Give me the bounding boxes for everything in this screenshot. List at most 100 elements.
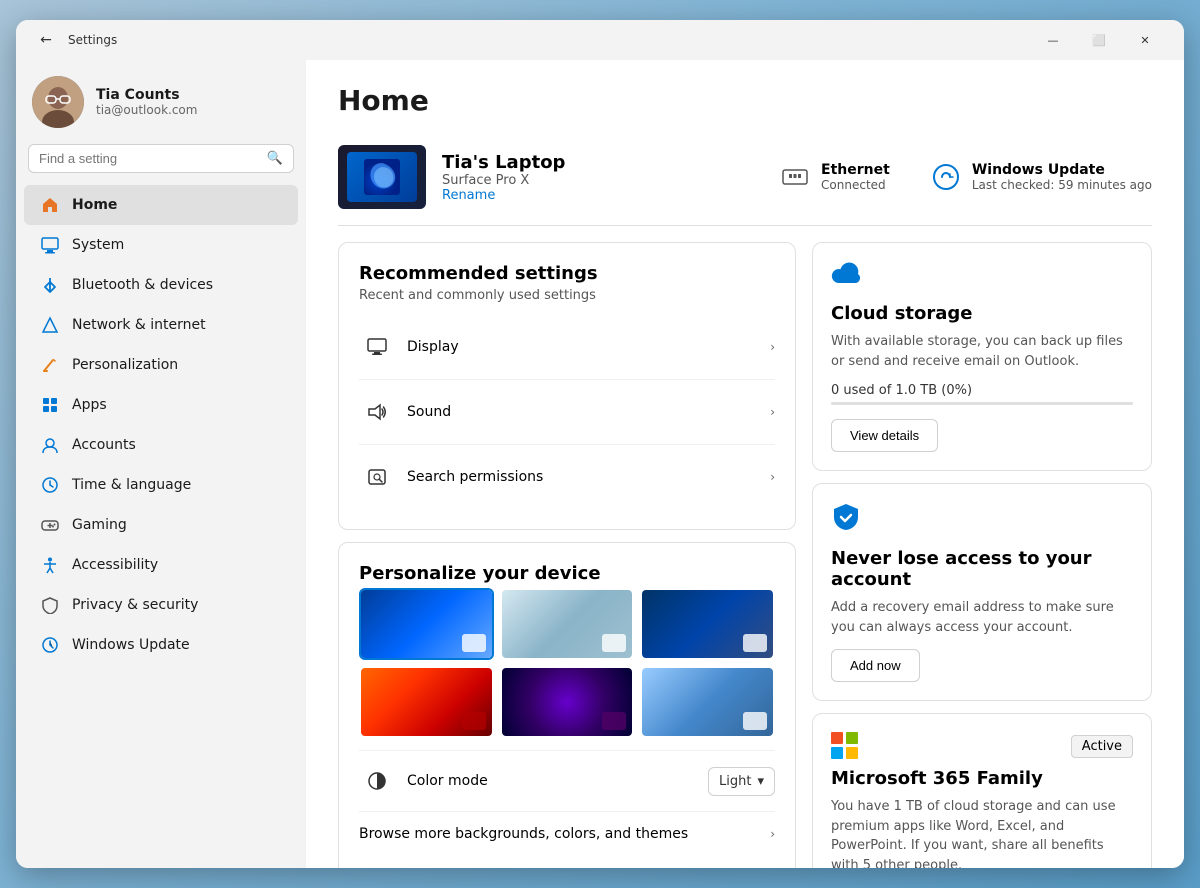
view-details-button[interactable]: View details (831, 419, 938, 452)
cloud-storage-desc: With available storage, you can back up … (831, 332, 1133, 371)
update-info: Windows Update Last checked: 59 minutes … (972, 162, 1152, 192)
recommended-title: Recommended settings (359, 263, 775, 284)
ms-logo-blue (831, 747, 843, 759)
sound-chevron: › (770, 405, 775, 419)
network-icon (40, 315, 60, 335)
user-info: Tia Counts tia@outlook.com (96, 87, 290, 117)
nav-items: Home System Bluetooth & devices (16, 185, 306, 868)
sidebar-item-gaming[interactable]: Gaming (24, 505, 298, 545)
sidebar-item-time[interactable]: Time & language (24, 465, 298, 505)
display-label: Display (407, 339, 770, 355)
user-section[interactable]: Tia Counts tia@outlook.com (16, 60, 306, 140)
account-security-desc: Add a recovery email address to make sur… (831, 598, 1133, 637)
close-button[interactable]: ✕ (1122, 24, 1168, 56)
main-columns: Recommended settings Recent and commonly… (306, 226, 1184, 868)
maximize-button[interactable]: ⬜ (1076, 24, 1122, 56)
sidebar-item-network[interactable]: Network & internet (24, 305, 298, 345)
recommended-subtitle: Recent and commonly used settings (359, 288, 775, 303)
browse-themes-row[interactable]: Browse more backgrounds, colors, and the… (359, 811, 775, 856)
account-security-title: Never lose access to your account (831, 548, 1133, 590)
search-box[interactable]: 🔍 (28, 144, 294, 173)
sidebar-item-gaming-label: Gaming (72, 517, 127, 533)
wallpaper-thumb-6[interactable] (640, 666, 775, 738)
search-permissions-label: Search permissions (407, 469, 770, 485)
sidebar-item-bluetooth[interactable]: Bluetooth & devices (24, 265, 298, 305)
search-permissions-chevron: › (770, 470, 775, 484)
user-email: tia@outlook.com (96, 103, 290, 117)
sidebar-item-apps[interactable]: Apps (24, 385, 298, 425)
ms365-header: Active (831, 732, 1133, 760)
thumb-mini-5 (602, 712, 626, 730)
page-title: Home (338, 84, 1152, 117)
wallpaper-thumb-3[interactable] (640, 588, 775, 660)
sidebar-item-accessibility[interactable]: Accessibility (24, 545, 298, 585)
ms365-desc: You have 1 TB of cloud storage and can u… (831, 797, 1133, 868)
settings-list: Display › Sound › (359, 315, 775, 509)
add-now-button[interactable]: Add now (831, 649, 920, 682)
minimize-button[interactable]: — (1030, 24, 1076, 56)
settings-item-display[interactable]: Display › (359, 315, 775, 380)
account-security-card: Never lose access to your account Add a … (812, 483, 1152, 701)
gaming-icon (40, 515, 60, 535)
wallpaper-thumb-5[interactable] (500, 666, 635, 738)
browse-themes-label: Browse more backgrounds, colors, and the… (359, 826, 770, 842)
storage-usage-label: 0 used of 1.0 TB (0%) (831, 383, 1133, 398)
ms-logo-green (846, 732, 858, 744)
sound-icon (359, 394, 395, 430)
page-header: Home (306, 60, 1184, 133)
color-mode-icon (359, 763, 395, 799)
back-button[interactable]: ← (32, 26, 60, 54)
display-icon (359, 329, 395, 365)
color-mode-select[interactable]: Light ▾ (708, 767, 775, 796)
thumb-mini-6 (743, 712, 767, 730)
thumb-mini-2 (602, 634, 626, 652)
ethernet-icon (779, 161, 811, 193)
color-mode-value: Light (719, 774, 751, 789)
search-input[interactable] (39, 151, 259, 166)
system-icon (40, 235, 60, 255)
ethernet-status: Ethernet Connected (779, 161, 890, 193)
ethernet-info: Ethernet Connected (821, 162, 890, 192)
avatar (32, 76, 84, 128)
wallpaper-thumb-1[interactable] (359, 588, 494, 660)
cloud-storage-title: Cloud storage (831, 303, 1133, 324)
sidebar-item-time-label: Time & language (72, 477, 191, 493)
ms365-logo (831, 732, 859, 760)
cloud-icon (831, 261, 1133, 293)
ethernet-sub: Connected (821, 178, 890, 192)
device-model: Surface Pro X (442, 173, 763, 188)
sidebar-item-update-label: Windows Update (72, 637, 190, 653)
personalization-icon (40, 355, 60, 375)
accounts-icon (40, 435, 60, 455)
color-mode-chevron: ▾ (757, 774, 764, 789)
thumb-mini-3 (743, 634, 767, 652)
sidebar-item-accounts-label: Accounts (72, 437, 136, 453)
sidebar-item-privacy[interactable]: Privacy & security (24, 585, 298, 625)
update-sub: Last checked: 59 minutes ago (972, 178, 1152, 192)
apps-icon (40, 395, 60, 415)
sidebar-item-accounts[interactable]: Accounts (24, 425, 298, 465)
sidebar-item-update[interactable]: Windows Update (24, 625, 298, 665)
sidebar-item-bluetooth-label: Bluetooth & devices (72, 277, 213, 293)
device-status: Ethernet Connected Windows Update Last c… (779, 161, 1152, 193)
win11-wallpaper (364, 159, 400, 195)
ms-logo-red (831, 732, 843, 744)
sidebar-item-home[interactable]: Home (24, 185, 298, 225)
personalize-card: Personalize your device (338, 542, 796, 868)
ethernet-label: Ethernet (821, 162, 890, 178)
sidebar-item-system[interactable]: System (24, 225, 298, 265)
wallpaper-thumb-4[interactable] (359, 666, 494, 738)
wallpaper-thumb-2[interactable] (500, 588, 635, 660)
security-icon (831, 502, 1133, 538)
device-rename-link[interactable]: Rename (442, 188, 763, 203)
sidebar-item-personalization[interactable]: Personalization (24, 345, 298, 385)
ms365-card: Active Microsoft 365 Family You have 1 T… (812, 713, 1152, 868)
update-status: Windows Update Last checked: 59 minutes … (930, 161, 1152, 193)
device-info: Tia's Laptop Surface Pro X Rename (442, 152, 763, 203)
titlebar: ← Settings — ⬜ ✕ (16, 20, 1184, 60)
privacy-icon (40, 595, 60, 615)
settings-item-sound[interactable]: Sound › (359, 380, 775, 445)
settings-item-search[interactable]: Search permissions › (359, 445, 775, 509)
wallpaper-grid (359, 588, 775, 738)
browse-chevron: › (770, 827, 775, 841)
